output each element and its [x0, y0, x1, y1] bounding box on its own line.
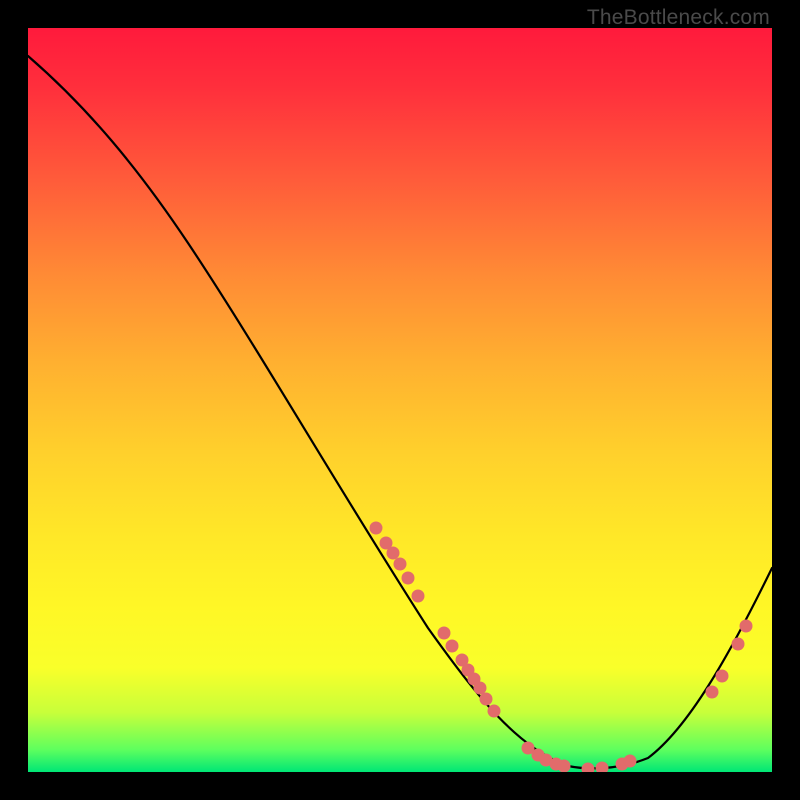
- highlight-dot: [732, 638, 745, 651]
- highlight-dot: [438, 627, 451, 640]
- highlight-dot: [387, 547, 400, 560]
- highlight-dots-group: [370, 522, 753, 773]
- watermark-text: TheBottleneck.com: [587, 6, 770, 30]
- highlight-dot: [596, 762, 609, 773]
- highlight-dot: [446, 640, 459, 653]
- bottleneck-curve: [28, 56, 772, 768]
- highlight-dot: [394, 558, 407, 571]
- highlight-dot: [488, 705, 501, 718]
- highlight-dot: [550, 758, 563, 771]
- chart-svg: [28, 28, 772, 772]
- highlight-dot: [462, 664, 475, 677]
- highlight-dot: [706, 686, 719, 699]
- highlight-dot: [558, 760, 571, 773]
- highlight-dot: [370, 522, 383, 535]
- highlight-dot: [412, 590, 425, 603]
- highlight-dot: [468, 673, 481, 686]
- chart-plot-area: [28, 28, 772, 772]
- highlight-dot: [480, 693, 493, 706]
- highlight-dot: [456, 654, 469, 667]
- highlight-dot: [740, 620, 753, 633]
- highlight-dot: [532, 749, 545, 762]
- highlight-dot: [716, 670, 729, 683]
- highlight-dot: [522, 742, 535, 755]
- highlight-dot: [616, 758, 629, 771]
- highlight-dot: [474, 682, 487, 695]
- highlight-dot: [402, 572, 415, 585]
- highlight-dot: [380, 537, 393, 550]
- highlight-dot: [624, 755, 637, 768]
- highlight-dot: [540, 754, 553, 767]
- highlight-dot: [582, 763, 595, 773]
